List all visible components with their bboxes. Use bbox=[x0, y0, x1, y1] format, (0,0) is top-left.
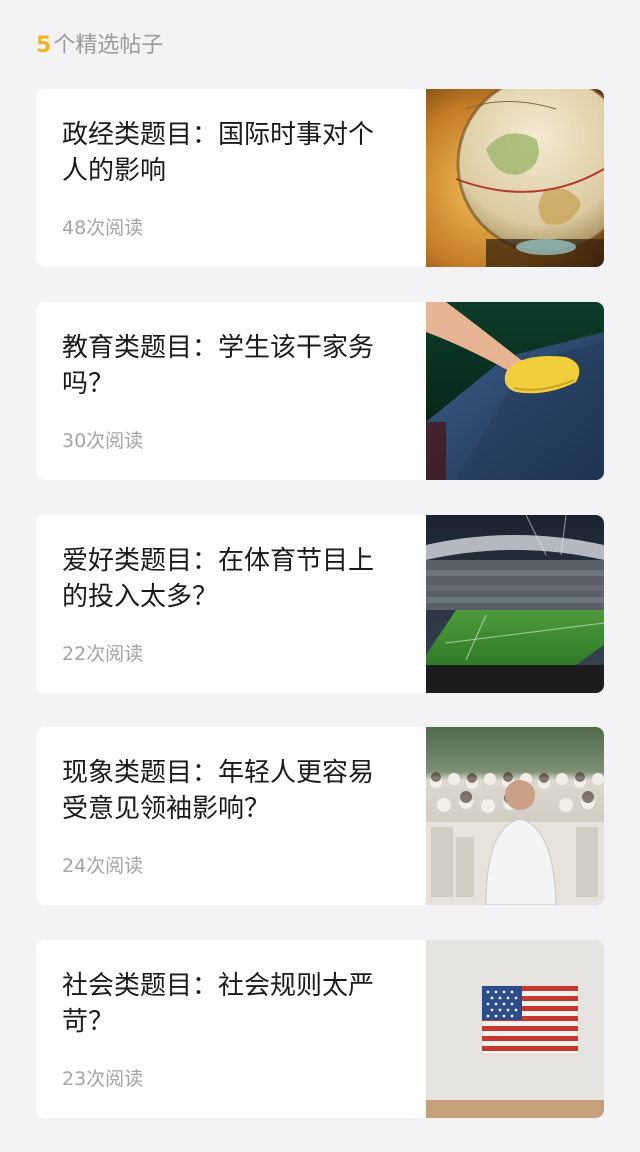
section-header: 5个精选帖子 bbox=[36, 30, 163, 62]
post-card[interactable]: 社会类题目：社会规则太严苛？ 23次阅读 bbox=[36, 940, 604, 1118]
read-count: 48次阅读 bbox=[62, 217, 144, 239]
post-card[interactable]: 现象类题目：年轻人更容易受意见领袖影响？ 24次阅读 bbox=[36, 727, 604, 905]
post-thumbnail-cleaning bbox=[426, 302, 604, 480]
post-count: 5 bbox=[36, 33, 52, 58]
post-title: 政经类题目：国际时事对个人的影响 bbox=[62, 120, 375, 186]
read-count: 30次阅读 bbox=[62, 430, 144, 452]
post-thumbnail-flag bbox=[426, 940, 604, 1118]
post-thumbnail-globe bbox=[426, 89, 604, 267]
read-count: 22次阅读 bbox=[62, 643, 144, 665]
post-thumbnail-crowd bbox=[426, 727, 604, 905]
read-count: 23次阅读 bbox=[62, 1068, 144, 1090]
post-card[interactable]: 爱好类题目：在体育节目上的投入太多？ 22次阅读 bbox=[36, 515, 604, 693]
post-title: 现象类题目：年轻人更容易受意见领袖影响？ bbox=[62, 758, 375, 824]
post-card[interactable]: 教育类题目：学生该干家务吗？ 30次阅读 bbox=[36, 302, 604, 480]
post-title: 爱好类题目：在体育节目上的投入太多？ bbox=[62, 546, 375, 612]
post-thumbnail-stadium bbox=[426, 515, 604, 693]
section-header-label: 个精选帖子 bbox=[53, 33, 164, 58]
read-count: 24次阅读 bbox=[62, 855, 144, 877]
post-title: 社会类题目：社会规则太严苛？ bbox=[62, 971, 375, 1037]
post-title: 教育类题目：学生该干家务吗？ bbox=[62, 333, 375, 399]
post-card[interactable]: 政经类题目：国际时事对个人的影响 48次阅读 bbox=[36, 89, 604, 267]
